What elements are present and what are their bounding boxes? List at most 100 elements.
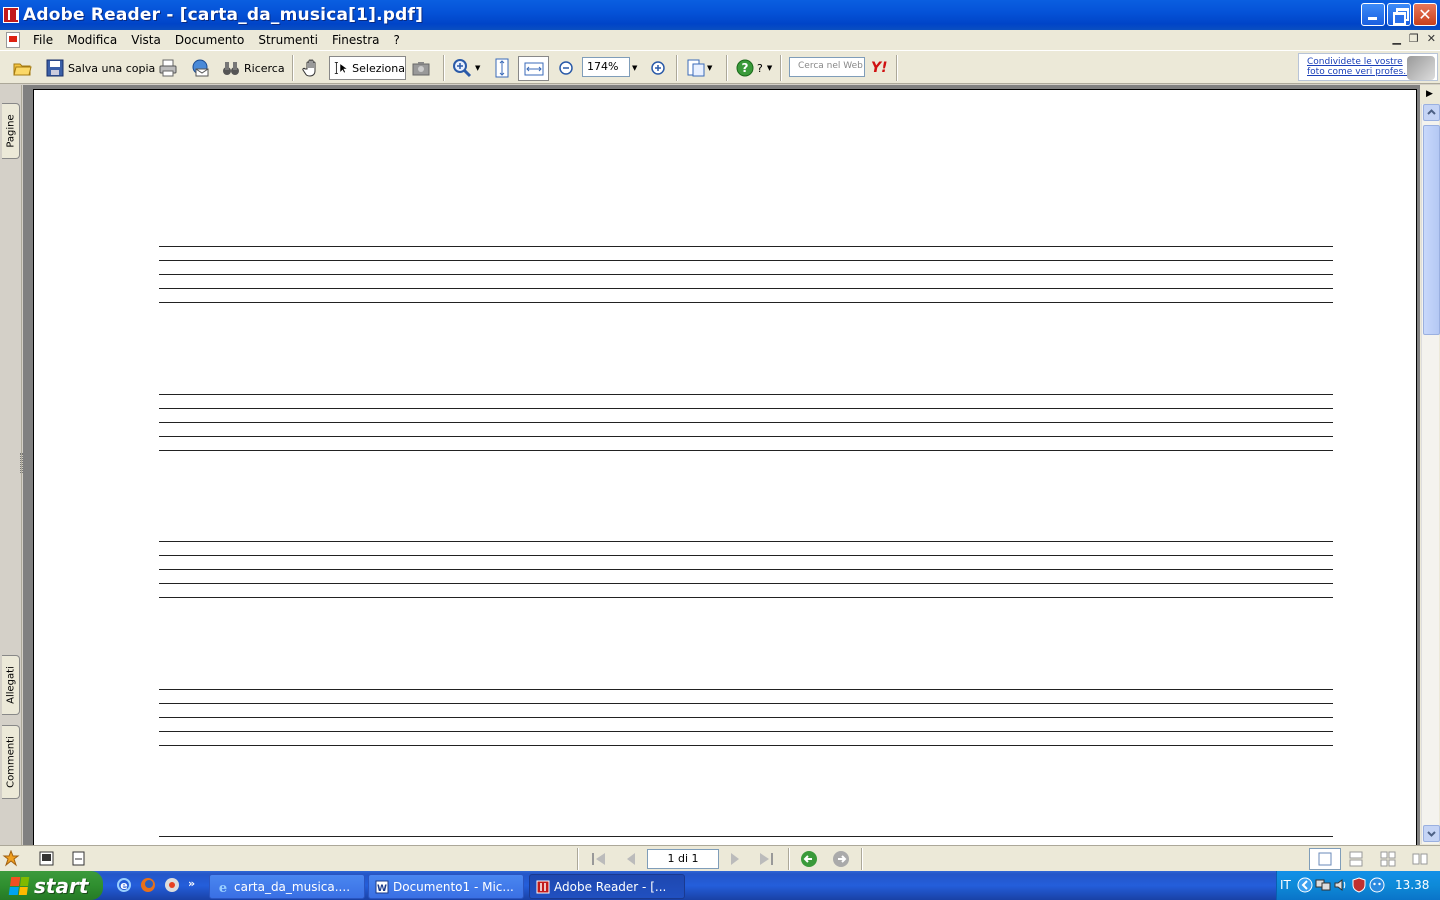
media-player-icon[interactable] <box>164 877 180 893</box>
menu-file[interactable]: File <box>26 33 60 47</box>
staff-line <box>159 274 1333 275</box>
pdf-document-icon[interactable] <box>6 32 20 48</box>
security-star-icon[interactable] <box>2 850 20 868</box>
staff-line <box>159 260 1333 261</box>
next-page-icon[interactable] <box>726 850 744 868</box>
minimize-button[interactable] <box>1361 3 1385 26</box>
rotate-view-button[interactable]: ▼ <box>686 56 712 80</box>
hand-tool-button[interactable] <box>302 56 322 80</box>
zoom-level-input[interactable]: 174% <box>582 57 630 77</box>
volume-icon[interactable] <box>1333 877 1349 893</box>
show-hidden-icons-icon[interactable] <box>1297 877 1313 893</box>
continuous-layout-icon[interactable] <box>1348 851 1364 867</box>
zoom-dropdown-icon[interactable]: ▼ <box>632 56 637 80</box>
fit-page-button[interactable] <box>492 56 512 80</box>
ad-banner[interactable]: Condividete le vostre foto come veri pro… <box>1298 53 1438 81</box>
first-page-icon[interactable] <box>590 850 608 868</box>
svg-text:e: e <box>219 881 227 894</box>
security-shield-icon[interactable] <box>1351 877 1367 893</box>
zoom-out-button[interactable] <box>556 56 576 80</box>
yahoo-search-button[interactable]: Y! <box>871 56 888 80</box>
staff-line <box>159 246 1333 247</box>
toolbar-separator <box>676 55 678 81</box>
internet-explorer-icon[interactable]: e <box>116 877 132 893</box>
continuous-facing-layout-icon[interactable] <box>1380 851 1396 867</box>
previous-page-icon[interactable] <box>622 850 640 868</box>
title-bar: Adobe Reader - [carta_da_musica[1].pdf] … <box>0 0 1440 30</box>
tab-comments[interactable]: Commenti <box>2 725 20 799</box>
menu-modifica[interactable]: Modifica <box>60 33 124 47</box>
single-page-layout-button[interactable] <box>1309 848 1341 870</box>
document-view[interactable] <box>23 85 1420 845</box>
print-button[interactable] <box>158 56 178 80</box>
restore-button[interactable] <box>1387 3 1411 26</box>
help-dropdown-icon[interactable]: ▼ <box>767 64 772 72</box>
single-page-layout-icon <box>1318 852 1332 866</box>
fit-page-icon <box>495 58 509 78</box>
taskbar-item-ie[interactable]: e carta_da_musica.... <box>209 874 365 899</box>
doc-minimize-icon[interactable]: ▁ <box>1392 32 1400 45</box>
doc-restore-icon[interactable]: ❐ <box>1409 32 1419 45</box>
quick-launch-more-icon[interactable]: » <box>188 877 195 893</box>
adobe-reader-icon[interactable] <box>3 7 19 23</box>
tab-pages[interactable]: Pagine <box>2 103 20 159</box>
document-window-controls: ▁ ❐ ✕ <box>1392 32 1436 45</box>
taskbar-item-label: Adobe Reader - [... <box>554 879 667 894</box>
binoculars-icon <box>223 62 239 75</box>
last-page-icon[interactable] <box>757 850 775 868</box>
layout-dropdown-icon[interactable]: ▼ <box>707 64 712 72</box>
scroll-up-button[interactable] <box>1423 104 1440 121</box>
zoom-in-button[interactable] <box>648 56 668 80</box>
svg-text:W: W <box>377 884 387 894</box>
go-back-icon[interactable] <box>800 850 818 868</box>
taskbar-item-adobe-reader[interactable]: Adobe Reader - [... <box>529 874 685 899</box>
close-button[interactable]: ✕ <box>1413 3 1437 26</box>
start-button[interactable]: start <box>0 871 103 900</box>
menu-vista[interactable]: Vista <box>124 33 168 47</box>
search-label: Ricerca <box>244 61 285 75</box>
language-indicator[interactable]: IT <box>1280 878 1291 892</box>
staff-line <box>159 731 1333 732</box>
save-copy-button[interactable]: Salva una copia <box>45 56 155 80</box>
messenger-icon[interactable] <box>1369 877 1385 893</box>
menu-strumenti[interactable]: Strumenti <box>251 33 325 47</box>
help-icon: ? <box>736 59 754 77</box>
doc-close-icon[interactable]: ✕ <box>1427 32 1436 45</box>
windows-logo-icon <box>8 876 30 895</box>
tab-attachments[interactable]: Allegati <box>2 655 20 715</box>
menu-documento[interactable]: Documento <box>168 33 252 47</box>
window-title: Adobe Reader - [carta_da_musica[1].pdf] <box>23 5 424 25</box>
page-thumbnail-icon[interactable] <box>70 850 87 867</box>
zoom-tool-dropdown-icon[interactable]: ▼ <box>475 64 480 72</box>
vertical-scrollbar[interactable] <box>1421 104 1440 844</box>
clock[interactable]: 13.38 <box>1395 878 1429 892</box>
taskbar-item-word[interactable]: W Documento1 - Mic... <box>368 874 524 899</box>
menu-help[interactable]: ? <box>387 33 407 47</box>
page-number-input[interactable]: 1 di 1 <box>647 849 719 869</box>
open-button[interactable] <box>12 56 32 80</box>
expand-panel-arrow-icon[interactable]: ▶ <box>1426 89 1433 99</box>
staff-line <box>159 541 1333 542</box>
firefox-icon[interactable] <box>140 877 156 893</box>
system-tray: IT 13.38 <box>1276 871 1440 900</box>
menu-finestra[interactable]: Finestra <box>325 33 387 47</box>
facing-layout-icon[interactable] <box>1412 851 1428 867</box>
select-tool-button[interactable]: Seleziona <box>329 56 406 80</box>
scroll-thumb[interactable] <box>1423 125 1440 335</box>
snapshot-button[interactable] <box>411 56 431 80</box>
help-button[interactable]: ? ? ▼ <box>735 56 772 80</box>
network-icon[interactable] <box>1315 877 1331 893</box>
scroll-down-button[interactable] <box>1423 825 1440 842</box>
word-doc-icon: W <box>375 880 389 894</box>
zoom-in-tool-button[interactable]: ▼ <box>452 56 480 80</box>
email-button[interactable] <box>190 56 210 80</box>
navigation-panel: Pagine Allegati Commenti <box>0 85 23 845</box>
go-forward-icon[interactable] <box>832 850 850 868</box>
quick-launch: e » <box>116 877 195 893</box>
window-controls: ✕ <box>1361 3 1437 26</box>
search-button[interactable]: Ricerca <box>221 56 285 80</box>
web-search-input[interactable]: Cerca nel Web <box>789 57 865 77</box>
toolbar-separator <box>292 55 294 81</box>
single-page-view-icon[interactable] <box>38 850 55 867</box>
fit-width-button[interactable] <box>518 56 549 81</box>
